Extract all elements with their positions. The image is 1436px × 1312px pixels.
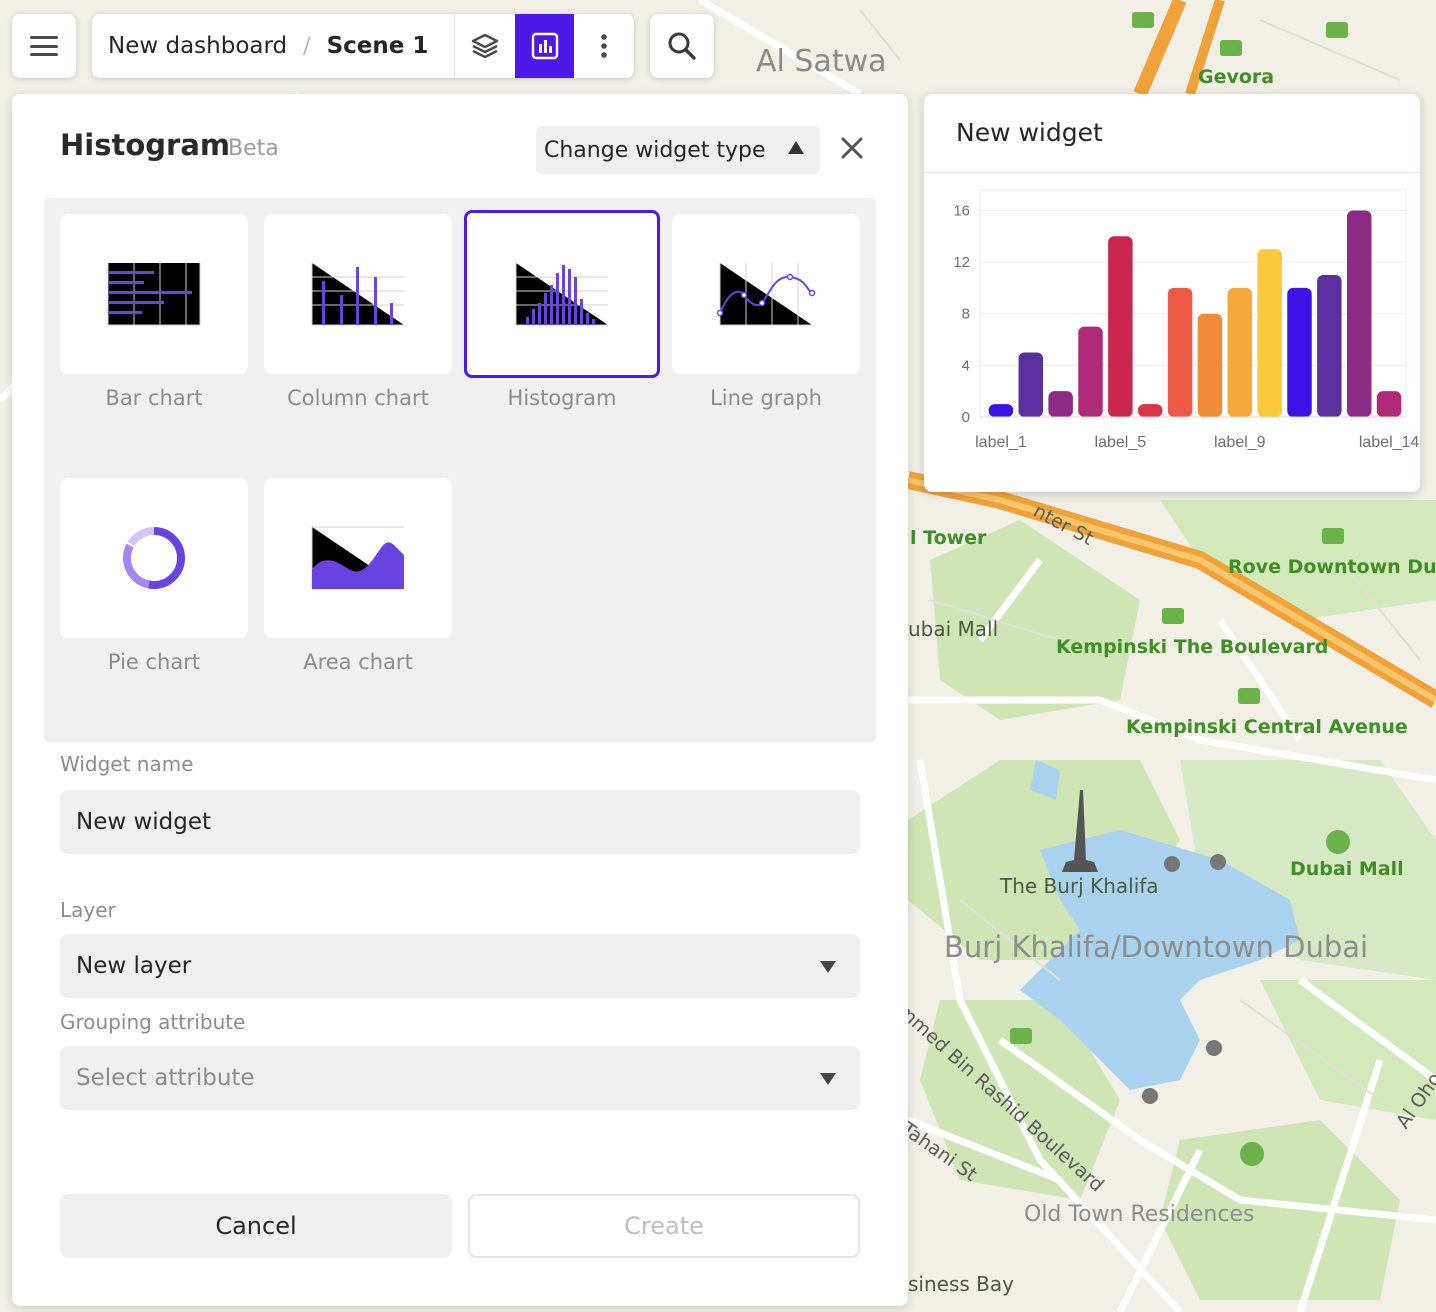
map-label: The Burj Khalifa <box>1000 874 1159 898</box>
grouping-attribute-placeholder: Select attribute <box>76 1065 255 1091</box>
breadcrumb: New dashboard / Scene 1 <box>92 14 634 78</box>
map-label: Kempinski Central Avenue <box>1126 716 1408 738</box>
map-label: Kempinski The Boulevard <box>1056 636 1329 658</box>
histogram-bar <box>1048 391 1073 417</box>
breadcrumb-scene[interactable]: Scene 1 <box>327 33 429 59</box>
beta-badge: Beta <box>228 136 279 161</box>
x-tick-label: label_5 <box>1095 434 1147 451</box>
column-chart-icon <box>311 263 404 326</box>
more-options-button[interactable] <box>574 14 634 78</box>
histogram-bar <box>1108 236 1133 417</box>
cancel-button[interactable]: Cancel <box>60 1194 452 1258</box>
pie-chart-icon <box>123 527 185 589</box>
breadcrumb-dashboard[interactable]: New dashboard <box>108 33 287 59</box>
search-icon <box>668 32 696 60</box>
breadcrumb-separator: / <box>303 33 311 59</box>
widgets-button[interactable] <box>514 14 575 78</box>
grouping-attribute-label: Grouping attribute <box>60 1010 246 1034</box>
change-widget-type-label: Change widget type <box>544 137 766 163</box>
search-button[interactable] <box>650 14 714 78</box>
widget-editor-panel: Histogram Beta Change widget type Bar ch… <box>12 94 908 1306</box>
widget-type-pie-chart[interactable] <box>60 478 248 638</box>
line-graph-icon <box>716 263 816 326</box>
x-tick-label: label_9 <box>1214 434 1266 451</box>
menu-button[interactable] <box>12 14 76 78</box>
dropdown-arrow-icon <box>820 1073 836 1085</box>
y-tick-label: 8 <box>962 306 970 323</box>
widget-type-label: Line graph <box>710 386 822 410</box>
change-widget-type-button[interactable]: Change widget type <box>536 126 820 174</box>
histogram-bar <box>1137 404 1163 417</box>
map-label: Burj Khalifa/Downtown Dubai <box>944 930 1369 964</box>
histogram-bar <box>1227 287 1253 417</box>
map-label: ubai Mall <box>908 617 999 641</box>
map-label: Dubai Mall <box>1290 858 1404 880</box>
histogram-bar <box>1018 352 1044 417</box>
widget-type-label: Pie chart <box>107 650 201 674</box>
widget-preview-card[interactable]: New widget 0 4 8 12 16 label_1 label_5 label_9 l… <box>924 94 1420 492</box>
map-label: Gevora <box>1198 66 1275 88</box>
map-label: l Tower <box>910 527 987 549</box>
y-tick-label: 12 <box>953 254 970 271</box>
layers-icon <box>471 33 499 59</box>
histogram-icon <box>515 263 608 326</box>
grouping-attribute-select[interactable]: Select attribute <box>60 1046 860 1110</box>
histogram-bar <box>988 404 1014 417</box>
area-chart-icon <box>311 526 404 590</box>
x-tick-label: label_14 <box>1359 434 1420 451</box>
widget-name-label: Widget name <box>60 752 194 776</box>
bar-chart-icon <box>107 263 201 326</box>
histogram-bar <box>1197 313 1223 417</box>
widget-divider <box>924 172 1420 173</box>
map-label: Al Satwa <box>756 44 887 79</box>
widget-type-bar-chart[interactable] <box>60 214 248 374</box>
widget-type-label: Bar chart <box>105 386 203 410</box>
histogram-bar <box>1167 287 1193 417</box>
histogram-chart: 0 4 8 12 16 label_1 label_5 label_9 label_14 <box>953 189 1420 451</box>
caret-up-icon <box>788 141 804 154</box>
widget-type-label: Histogram <box>507 386 617 410</box>
chart-widget-icon <box>531 32 558 60</box>
plot-frame <box>979 189 1407 418</box>
histogram-bar <box>1257 249 1282 417</box>
widget-type-label: Column chart <box>287 386 429 410</box>
map-label: Old Town Residences <box>1024 1202 1255 1227</box>
widget-type-label: Area chart <box>303 650 413 674</box>
more-vertical-icon <box>601 34 608 58</box>
widget-type-grid: Bar chart Column chart Histogram Line gr… <box>44 198 876 742</box>
create-button[interactable]: Create <box>468 1194 860 1258</box>
widget-title: New widget <box>956 118 1103 147</box>
widget-type-area-chart[interactable] <box>264 478 452 638</box>
x-tick-label: label_1 <box>975 434 1027 451</box>
layer-value: New layer <box>76 953 192 979</box>
layer-label: Layer <box>60 898 116 922</box>
dropdown-arrow-icon <box>820 961 836 973</box>
widget-type-line-graph[interactable] <box>672 214 860 374</box>
widget-type-column-chart[interactable] <box>264 214 452 374</box>
close-icon[interactable] <box>838 134 866 162</box>
y-tick-label: 16 <box>953 202 970 219</box>
panel-title: Histogram <box>60 128 231 162</box>
histogram-bar <box>1078 326 1103 417</box>
histogram-bar <box>1376 391 1402 417</box>
widget-type-histogram[interactable] <box>464 210 660 378</box>
map-label: siness Bay <box>908 1272 1014 1296</box>
y-tick-label: 0 <box>962 409 970 426</box>
hamburger-icon <box>30 36 58 56</box>
y-tick-label: 4 <box>962 357 970 374</box>
layers-button[interactable] <box>455 14 515 78</box>
histogram-bar <box>1346 210 1372 417</box>
histogram-bar <box>1317 275 1342 417</box>
layer-select[interactable]: New layer <box>60 934 860 998</box>
map-label: Rove Downtown Duba <box>1228 556 1436 578</box>
widget-name-input[interactable]: New widget <box>60 790 860 854</box>
histogram-bar <box>1287 287 1312 417</box>
widget-name-value: New widget <box>76 809 212 835</box>
